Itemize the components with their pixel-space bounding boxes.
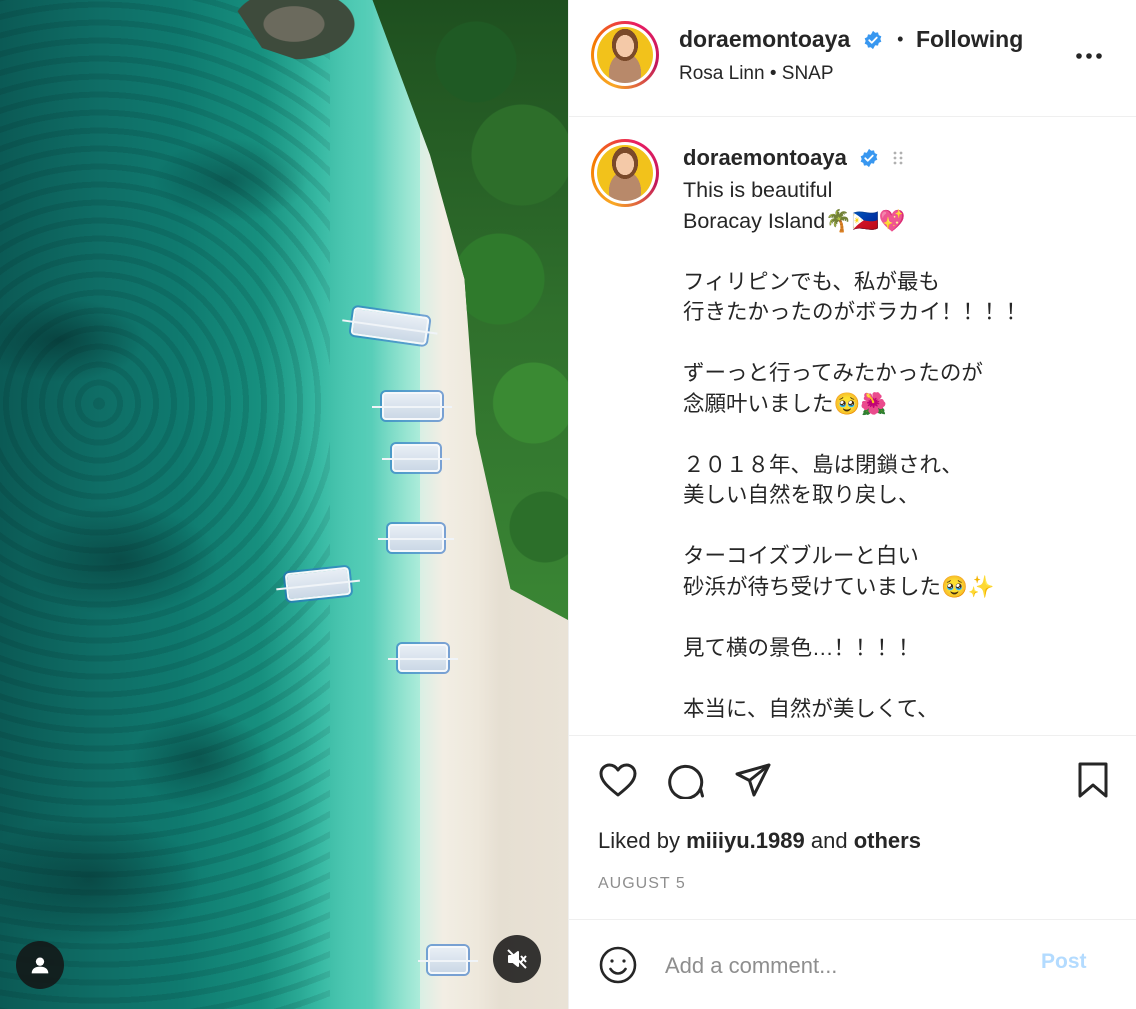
header-username[interactable]: doraemontoaya [679, 26, 850, 52]
post-header: doraemontoaya • Following Rosa Linn • SN… [569, 0, 1136, 117]
header-title-row: doraemontoaya • Following [679, 26, 1023, 53]
liked-by-user[interactable]: miiiyu.1989 [686, 828, 805, 853]
user-tag-icon [31, 957, 49, 974]
post-actions: Liked by miiiyu.1989 and others AUGUST 5 [569, 735, 1136, 920]
comment-input[interactable] [665, 946, 1025, 986]
post-comment-button[interactable]: Post [1041, 950, 1087, 974]
like-button[interactable] [596, 758, 640, 802]
likes-and: and [810, 828, 848, 853]
caption-username[interactable]: doraemontoaya [683, 145, 847, 170]
share-button[interactable] [731, 758, 775, 802]
boat [378, 524, 454, 552]
share-icon [735, 763, 771, 797]
shallow-water [300, 0, 420, 1009]
comment-bar: Post [569, 920, 1136, 1009]
boat [388, 644, 458, 672]
avatar-photo [597, 145, 653, 201]
boat [382, 444, 450, 472]
avatar-photo [597, 27, 653, 83]
mute-button[interactable] [493, 935, 541, 983]
comments-area[interactable]: doraemontoaya This is beautiful Boracay … [569, 117, 1136, 735]
likes-others-link[interactable]: others [854, 828, 921, 853]
heart-icon [599, 763, 637, 797]
save-button[interactable] [1071, 758, 1115, 802]
post-date[interactable]: AUGUST 5 [598, 875, 686, 893]
likes-prefix: Liked by [598, 828, 680, 853]
verified-badge-icon [864, 30, 882, 50]
mute-icon [507, 949, 527, 969]
header-separator: • [897, 29, 904, 49]
bookmark-icon [1078, 762, 1108, 798]
comment-button[interactable] [664, 758, 708, 802]
more-options-button[interactable] [1069, 38, 1109, 74]
avatar[interactable] [591, 21, 659, 89]
emoji-button[interactable] [596, 943, 640, 987]
drag-handle-icon [893, 151, 903, 165]
reef-texture [0, 0, 330, 1009]
caption-text: This is beautiful Boracay Island🌴🇵🇭💖 フィリ… [683, 178, 1028, 721]
following-button[interactable]: Following [916, 26, 1023, 52]
boat [372, 392, 452, 420]
boat [418, 946, 478, 974]
emoji-icon [599, 946, 637, 984]
post-details-panel: doraemontoaya • Following Rosa Linn • SN… [568, 0, 1136, 1009]
audio-subtitle[interactable]: Rosa Linn • SNAP [679, 63, 834, 85]
comment-icon [668, 764, 704, 799]
likes-summary: Liked by miiiyu.1989 and others [598, 828, 921, 854]
verified-badge-icon [860, 148, 878, 168]
post-media-video[interactable] [0, 0, 568, 1009]
more-horizontal-icon [1076, 53, 1102, 59]
user-tag-button[interactable] [16, 941, 64, 989]
caption-header: doraemontoaya [683, 145, 904, 171]
caption-avatar[interactable] [591, 139, 659, 207]
